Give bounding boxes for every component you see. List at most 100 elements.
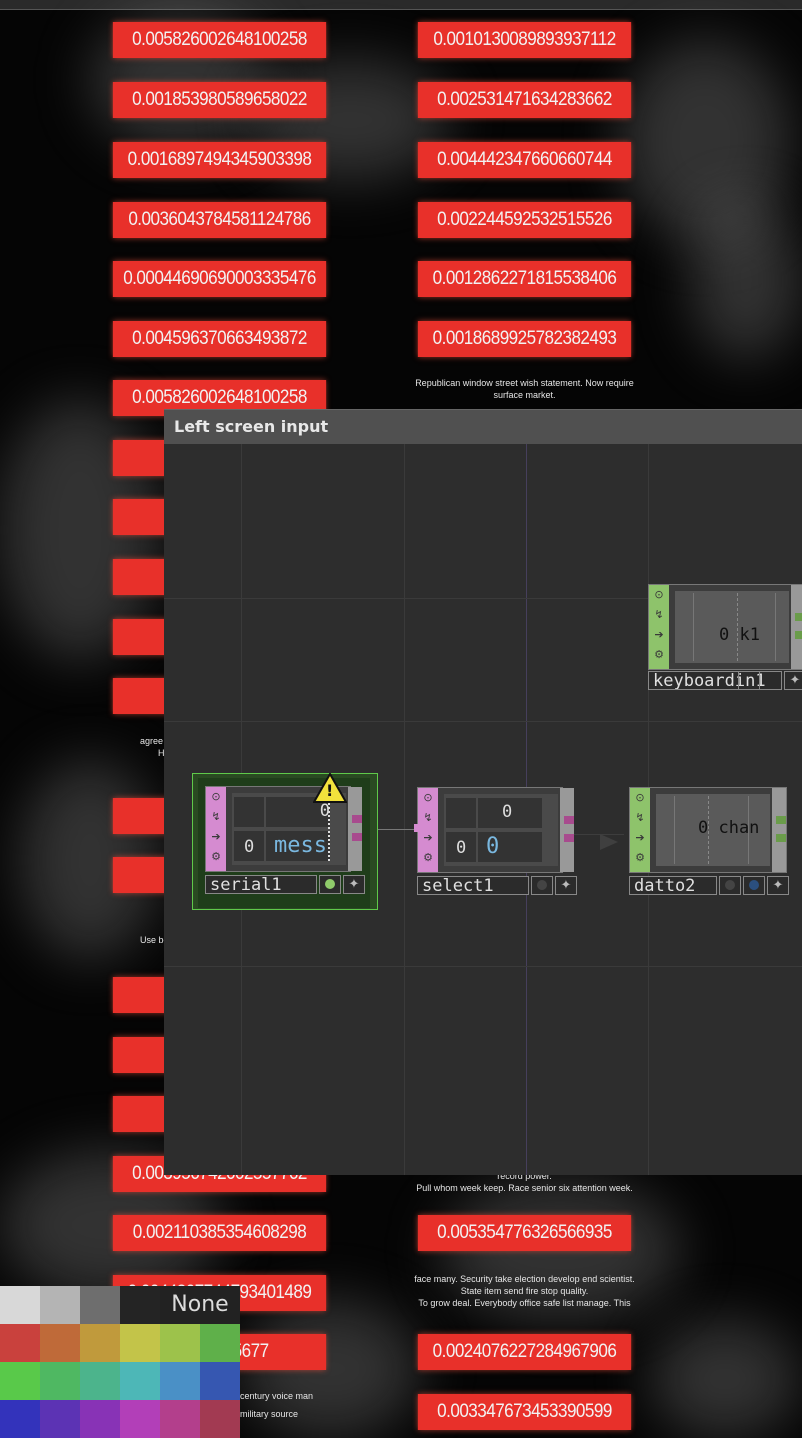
viewer-line	[693, 593, 694, 661]
bypass-icon[interactable]: ⊙	[649, 585, 669, 605]
warning-icon[interactable]: !	[312, 771, 348, 803]
viewer-line	[674, 796, 675, 864]
output-port[interactable]	[352, 833, 362, 841]
lock-icon[interactable]: ↯	[649, 605, 669, 625]
cell-value: 0	[486, 834, 500, 859]
grid-line	[164, 721, 802, 722]
color-swatch[interactable]	[80, 1362, 120, 1400]
bg-value-label: 0.00044690690003335476	[112, 261, 327, 297]
output-port[interactable]	[776, 834, 786, 842]
color-swatch[interactable]	[80, 1286, 120, 1324]
flag-icon[interactable]: ✦	[555, 876, 577, 895]
bg-value-label: 0.005354776326566935	[417, 1215, 632, 1251]
color-swatch[interactable]	[120, 1286, 160, 1324]
color-swatch[interactable]	[40, 1362, 80, 1400]
color-swatch[interactable]	[40, 1400, 80, 1438]
node-body: ⊙ ↯ ➔ ⚙ 0 chan	[629, 787, 787, 873]
color-swatch[interactable]	[120, 1362, 160, 1400]
color-swatch[interactable]	[0, 1286, 40, 1324]
bg-value-label: 0.0016897494345903398	[112, 142, 327, 178]
viewer-toggle[interactable]	[738, 671, 760, 690]
lock-icon[interactable]: ↯	[630, 808, 650, 828]
cell: 0	[478, 798, 542, 828]
cell	[446, 798, 476, 828]
flag-icon[interactable]: ✦	[343, 875, 365, 894]
keyboardin1-node[interactable]: ⊙ ↯ ➔ ⚙ 0 k1 keyboardin1 ✦	[648, 584, 802, 692]
output-port[interactable]	[776, 816, 786, 824]
bg-value-label: 0.002244592532515526	[417, 202, 632, 238]
color-swatch[interactable]	[120, 1324, 160, 1362]
color-swatch[interactable]	[40, 1286, 80, 1324]
arrow-icon	[600, 834, 618, 850]
viewer-toggle[interactable]	[719, 876, 741, 895]
node-name-label[interactable]: datto2	[629, 876, 717, 895]
node-name-label[interactable]: select1	[417, 876, 529, 895]
bypass-icon[interactable]: ⊙	[206, 787, 226, 807]
node-viewer: 0 0 0	[444, 794, 558, 866]
flag-icon[interactable]: ✦	[767, 876, 789, 895]
clone-icon[interactable]: ⚙	[630, 848, 650, 868]
bypass-icon[interactable]: ⊙	[418, 788, 438, 808]
bg-note: face many. Security take election develo…	[414, 1274, 635, 1308]
display-icon[interactable]: ➔	[206, 827, 226, 847]
export-toggle[interactable]	[743, 876, 765, 895]
color-swatch[interactable]	[200, 1362, 240, 1400]
node-body: ⊙ ↯ ➔ ⚙ 0 0 0	[414, 787, 574, 873]
viewer-toggle[interactable]	[319, 875, 341, 894]
color-swatch[interactable]	[80, 1324, 120, 1362]
select1-node[interactable]: ⊙ ↯ ➔ ⚙ 0 0 0 select1 ✦	[414, 787, 577, 897]
bypass-icon[interactable]: ⊙	[630, 788, 650, 808]
bg-value-label: 0.004442347660660744	[417, 142, 632, 178]
node-viewer: 0 0 mess	[232, 793, 346, 865]
color-swatch[interactable]	[200, 1324, 240, 1362]
color-swatch[interactable]	[200, 1400, 240, 1438]
no-color-option[interactable]: None	[160, 1286, 240, 1324]
cell-value: 0	[502, 802, 513, 822]
bg-value-label: 0.0012862271815538406	[417, 261, 632, 297]
clone-icon[interactable]: ⚙	[418, 848, 438, 868]
grid-line	[404, 444, 405, 1175]
lock-icon[interactable]: ↯	[206, 807, 226, 827]
bg-value-label: 0.002531471634283662	[417, 82, 632, 118]
node-body: ⊙ ↯ ➔ ⚙ 0 k1	[648, 584, 802, 670]
node-name-label[interactable]: serial1	[205, 875, 317, 894]
flag-icon[interactable]: ✦	[784, 671, 802, 690]
color-swatch[interactable]	[0, 1362, 40, 1400]
output-port[interactable]	[564, 816, 574, 824]
color-swatch[interactable]	[160, 1324, 200, 1362]
node-name-label[interactable]: keyboardin1	[648, 671, 782, 690]
clone-icon[interactable]: ⚙	[206, 847, 226, 867]
op-family-strip: ⊙ ↯ ➔ ⚙	[649, 585, 669, 669]
output-port[interactable]	[564, 834, 574, 842]
cell: mess	[266, 831, 330, 861]
bg-value-label: 0.004596370663493872	[112, 321, 327, 357]
viewer-line	[775, 593, 776, 661]
output-strip	[772, 788, 786, 872]
display-icon[interactable]: ➔	[649, 625, 669, 645]
bg-value-label: 0.0024076227284967906	[417, 1334, 632, 1370]
cell	[234, 797, 264, 827]
grid-line	[164, 966, 802, 967]
cursor-line	[328, 803, 330, 861]
input-port[interactable]	[414, 824, 424, 832]
color-swatch[interactable]	[120, 1400, 160, 1438]
cell-value: mess	[274, 833, 327, 858]
display-icon[interactable]: ➔	[630, 828, 650, 848]
datto2-node[interactable]: ⊙ ↯ ➔ ⚙ 0 chan datto2 ✦	[629, 787, 789, 897]
bg-note: century voice man military source	[240, 1391, 314, 1419]
output-port[interactable]	[795, 631, 802, 639]
serial1-node[interactable]: ⊙ ↯ ➔ ⚙ 0 0 mess ! serial1 ✦	[192, 771, 378, 910]
viewer-toggle[interactable]	[531, 876, 553, 895]
output-port[interactable]	[352, 815, 362, 823]
color-swatch[interactable]	[160, 1362, 200, 1400]
clone-icon[interactable]: ⚙	[649, 645, 669, 665]
color-swatch[interactable]	[0, 1324, 40, 1362]
color-swatch[interactable]	[80, 1400, 120, 1438]
bg-value-label: 0.003347673453390599	[417, 1394, 632, 1430]
color-swatch[interactable]	[0, 1400, 40, 1438]
color-swatch[interactable]	[40, 1324, 80, 1362]
network-editor-panel[interactable]: Left screen input ⊙ ↯ ➔ ⚙ 0 0 mess ! ser…	[164, 409, 802, 1175]
color-swatch[interactable]	[160, 1400, 200, 1438]
bg-value-label: 0.005826002648100258	[112, 22, 327, 58]
output-port[interactable]	[795, 613, 802, 621]
